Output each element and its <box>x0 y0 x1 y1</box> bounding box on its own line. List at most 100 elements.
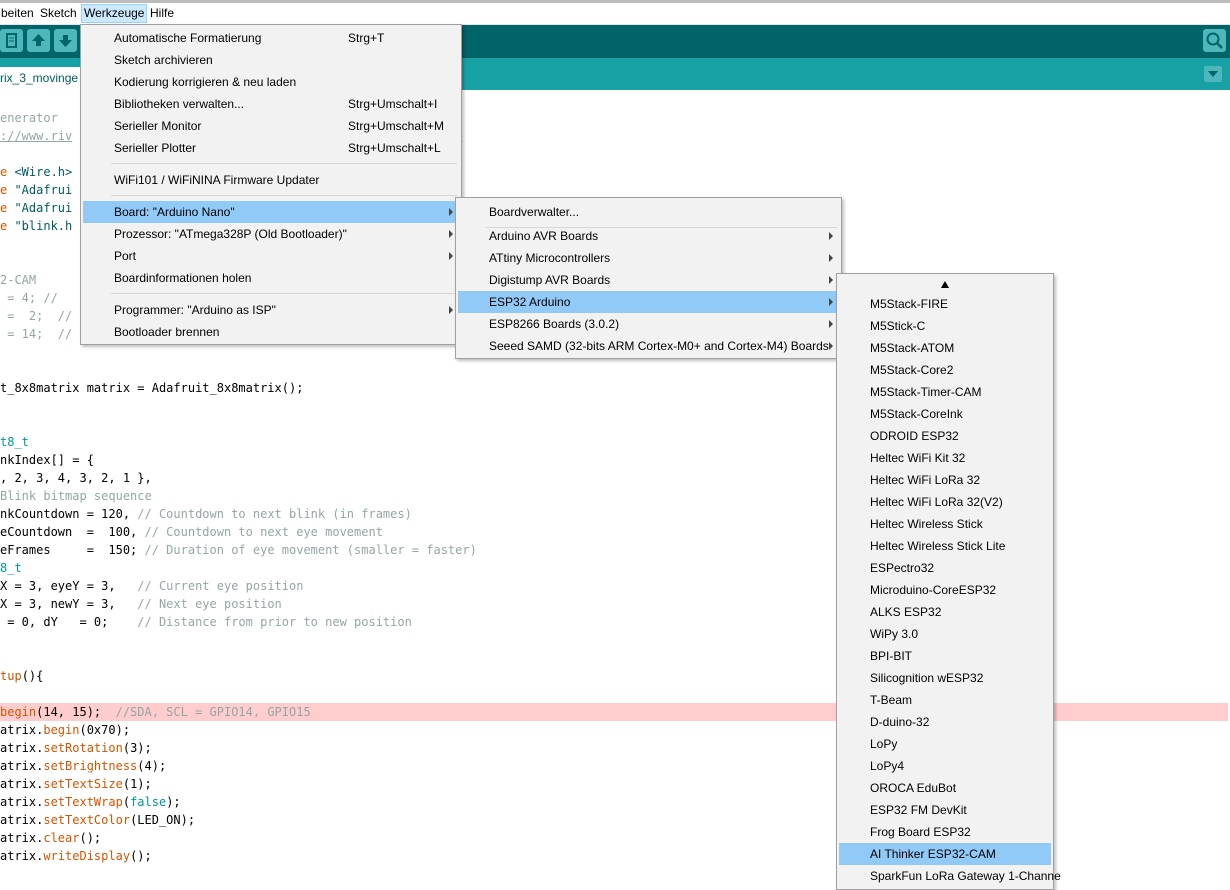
werkzeuge-menu-item[interactable]: Programmer: "Arduino as ISP" <box>83 299 459 321</box>
esp32-board-item[interactable]: Heltec Wireless Stick <box>839 513 1051 535</box>
code-token: atrix. <box>0 849 44 863</box>
esp32-board-item[interactable]: ESP32 FM DevKit <box>839 799 1051 821</box>
esp32-board-item[interactable]: M5Stack-Timer-CAM <box>839 381 1051 403</box>
esp32-board-item[interactable]: Frog Board ESP32 <box>839 821 1051 843</box>
board-submenu-item[interactable]: ESP32 Arduino <box>458 291 839 313</box>
code-token: ( <box>122 795 131 809</box>
save-button[interactable] <box>54 29 77 52</box>
code-token: atrix. <box>0 795 44 809</box>
esp32-board-item-label: M5Stick-C <box>870 319 926 333</box>
code-token: tup <box>0 669 22 683</box>
esp32-board-item[interactable]: M5Stack-CoreInk <box>839 403 1051 425</box>
magnifier-icon <box>1206 32 1223 49</box>
werkzeuge-menu-item[interactable]: Prozessor: "ATmega328P (Old Bootloader)" <box>83 223 459 245</box>
menu-separator <box>111 293 457 294</box>
esp32-board-item-label: M5Stack-FIRE <box>870 297 949 311</box>
esp32-board-item[interactable]: Heltec WiFi LoRa 32(V2) <box>839 491 1051 513</box>
serial-monitor-button[interactable] <box>1203 29 1226 52</box>
esp32-board-item[interactable]: LoPy4 <box>839 755 1051 777</box>
esp32-board-item[interactable]: AI Thinker ESP32-CAM <box>839 843 1051 865</box>
esp32-board-item[interactable]: Silicognition wESP32 <box>839 667 1051 689</box>
werkzeuge-menu-item-shortcut: Strg+Umschalt+M <box>348 119 445 133</box>
werkzeuge-menu-item[interactable]: Bibliotheken verwalten... Strg+Umschalt+I <box>83 93 459 115</box>
scroll-up-arrow-icon[interactable] <box>941 281 949 288</box>
esp32-board-item[interactable]: ODROID ESP32 <box>839 425 1051 447</box>
code-token: setBrightness <box>43 759 138 773</box>
board-submenu-item[interactable]: Arduino AVR Boards <box>458 225 839 247</box>
werkzeuge-menu-item-label: Automatische Formatierung <box>114 31 262 45</box>
werkzeuge-menu-item[interactable]: Sketch archivieren <box>83 49 459 71</box>
esp32-board-item[interactable]: SparkFun LoRa Gateway 1-Channe <box>839 865 1061 887</box>
code-token: setRotation <box>43 741 123 755</box>
esp32-board-item-label: Heltec WiFi Kit 32 <box>870 451 966 465</box>
werkzeuge-menu-item-label: Bootloader brennen <box>114 325 220 339</box>
esp32-board-item[interactable]: Microduino-CoreESP32 <box>839 579 1051 601</box>
tab-dropdown-button[interactable] <box>1204 66 1222 82</box>
chevron-right-icon <box>829 276 833 284</box>
open-button[interactable] <box>27 29 50 52</box>
code-token: ://www.riv <box>0 129 73 143</box>
esp32-board-item-label: T-Beam <box>870 693 913 707</box>
werkzeuge-menu-item[interactable]: WiFi101 / WiFiNINA Firmware Updater <box>83 169 459 191</box>
board-submenu-item[interactable]: ATtiny Microcontrollers <box>458 247 839 269</box>
werkzeuge-menu-item[interactable]: Kodierung korrigieren & neu laden <box>83 71 459 93</box>
werkzeuge-menu-item-label: Serieller Plotter <box>114 141 197 155</box>
code-token: atrix. <box>0 741 44 755</box>
chevron-right-icon <box>449 208 453 216</box>
esp32-board-item[interactable]: ALKS ESP32 <box>839 601 1051 623</box>
code-token: 2-CAM <box>0 273 37 287</box>
esp32-board-item[interactable]: M5Stick-C <box>839 315 1051 337</box>
code-token: atrix. <box>0 831 44 845</box>
werkzeuge-menu-item[interactable]: Automatische Formatierung Strg+T <box>83 27 459 49</box>
esp32-board-item[interactable]: M5Stack-Core2 <box>839 359 1051 381</box>
werkzeuge-menu-item[interactable]: Serieller Plotter Strg+Umschalt+L <box>83 137 459 159</box>
code-token: false <box>130 795 167 809</box>
code-token: X = 3, eyeY = 3, <box>0 579 138 593</box>
chevron-right-icon <box>829 232 833 240</box>
code-token: (4); <box>137 759 167 773</box>
code-token: atrix. <box>0 723 44 737</box>
board-submenu-item[interactable]: Digistump AVR Boards <box>458 269 839 291</box>
werkzeuge-menu-item-label: Programmer: "Arduino as ISP" <box>114 303 276 317</box>
esp32-board-item[interactable]: T-Beam <box>839 689 1051 711</box>
esp32-board-item[interactable]: M5Stack-ATOM <box>839 337 1051 359</box>
esp32-board-item[interactable]: D-duino-32 <box>839 711 1051 733</box>
esp32-board-item-label: Heltec WiFi LoRa 32(V2) <box>870 495 1003 509</box>
esp32-board-item[interactable]: WiPy 3.0 <box>839 623 1051 645</box>
code-token: setTextSize <box>43 777 123 791</box>
code-token: (){ <box>21 669 44 683</box>
code-token: //SDA, SCL = GPIO14, GPIO15 <box>115 705 311 719</box>
esp32-board-item[interactable]: Heltec Wireless Stick Lite <box>839 535 1051 557</box>
code-token: // Duration of eye movement (smaller = f… <box>144 543 477 557</box>
esp32-board-item[interactable]: Heltec WiFi LoRa 32 <box>839 469 1051 491</box>
werkzeuge-menu-item[interactable]: Board: "Arduino Nano" <box>83 201 459 223</box>
esp32-board-item-label: BPI-BIT <box>870 649 913 663</box>
code-token: "blink.h <box>14 219 73 233</box>
esp32-board-item[interactable]: M5Stack-FIRE <box>839 293 1051 315</box>
board-submenu-item[interactable]: ESP8266 Boards (3.0.2) <box>458 313 839 335</box>
werkzeuge-menu-item[interactable]: Boardinformationen holen <box>83 267 459 289</box>
esp32-board-item[interactable]: Heltec WiFi Kit 32 <box>839 447 1051 469</box>
werkzeuge-menu-item-label: Sketch archivieren <box>114 53 213 67</box>
esp32-board-item-label: Microduino-CoreESP32 <box>870 583 997 597</box>
code-token: (1); <box>122 777 152 791</box>
esp32-board-item-label: SparkFun LoRa Gateway 1-Channe <box>870 869 1061 883</box>
code-token: t_8x8matrix matrix = Adafruit_8x8matrix(… <box>0 381 304 395</box>
werkzeuge-menu-item[interactable]: Port <box>83 245 459 267</box>
werkzeuge-menu-item[interactable]: Bootloader brennen <box>83 321 459 343</box>
esp32-board-item[interactable]: OROCA EduBot <box>839 777 1051 799</box>
board-submenu-item[interactable]: Seeed SAMD (32-bits ARM Cortex-M0+ and C… <box>458 335 839 357</box>
esp32-board-item[interactable]: LoPy <box>839 733 1051 755</box>
esp32-board-item[interactable]: BPI-BIT <box>839 645 1051 667</box>
menu-werkzeuge[interactable]: Werkzeuge <box>81 4 148 23</box>
sketch-tab[interactable]: rix_3_movinge <box>0 67 86 90</box>
code-token: enerator <box>0 111 58 125</box>
menu-hilfe[interactable]: Hilfe <box>148 5 176 22</box>
esp32-board-item[interactable]: ESPectro32 <box>839 557 1051 579</box>
werkzeuge-menu-item-label: Boardinformationen holen <box>114 271 252 285</box>
menu-sketch[interactable]: Sketch <box>38 5 79 22</box>
new-sketch-button[interactable] <box>0 29 23 52</box>
menu-bearbeiten[interactable]: beiten <box>0 5 36 22</box>
board-submenu-item[interactable]: Boardverwalter... <box>458 201 839 223</box>
werkzeuge-menu-item[interactable]: Serieller Monitor Strg+Umschalt+M <box>83 115 459 137</box>
